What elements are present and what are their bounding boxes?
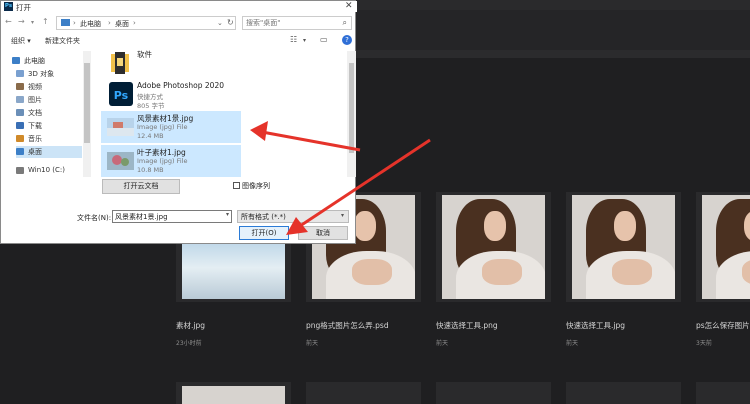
file-list: 软件 Ps Adobe Photoshop 2020 快捷方式 805 字节 风… [91,50,347,177]
folder-icon [61,19,70,26]
filename-label: 文件名(N): [77,214,112,222]
forward-arrow-icon[interactable]: → [18,17,25,26]
file-list-scrollbar[interactable] [347,51,356,177]
chevron-down-icon[interactable]: ▾ [226,211,229,218]
chevron-down-icon[interactable]: ▾ [303,37,306,44]
checkbox-icon[interactable] [233,182,240,189]
drive-icon [16,167,24,174]
file-thumbnail [442,195,545,299]
open-cloud-documents-button[interactable]: 打开云文档 [102,179,180,194]
file-name: Adobe Photoshop 2020 [137,81,224,90]
recent-file-card[interactable] [306,382,421,404]
picture-icon [16,96,24,103]
music-icon [16,135,24,142]
file-size: 10.8 MB [137,166,164,174]
file-title[interactable]: ps怎么保存图片 [696,320,750,331]
search-input[interactable] [246,18,326,28]
dialog-title: 打开 [16,3,31,12]
refresh-icon[interactable]: ↻ [227,18,234,27]
chevron-down-icon: ▾ [340,212,344,219]
chevron-down-icon[interactable]: ⌄ [217,19,223,27]
file-thumbnail [702,195,750,299]
file-title[interactable]: png格式图片怎么弄.psd [306,320,389,331]
video-icon [16,83,24,90]
address-row: ← → ▾ ↑ › 此电脑 › 桌面 › ⌄ ↻ ⌕ [1,13,357,31]
download-icon [16,122,24,129]
file-title[interactable]: 快速选择工具.jpg [566,320,625,331]
list-item[interactable]: 叶子素材1.jpg Image (jpg) File 10.8 MB [101,145,241,177]
new-folder-button[interactable]: 新建文件夹 [45,36,80,46]
address-bar[interactable]: › 此电脑 › 桌面 › ⌄ ↻ [56,16,236,30]
nav-item-3d-objects[interactable]: 3D 对象 [16,68,82,80]
chevron-right-icon: › [73,19,76,27]
nav-item-this-pc[interactable]: 此电脑 [12,55,78,67]
breadcrumb-this-pc[interactable]: 此电脑 [80,19,101,29]
file-thumbnail [572,195,675,299]
file-time: 前天 [436,340,449,347]
file-size: 805 字节 [137,102,165,110]
file-time: 前天 [566,340,579,347]
preview-pane-icon[interactable]: ▭ [320,35,328,44]
file-time: 3天前 [696,340,712,347]
recent-file-card[interactable] [696,382,750,404]
recent-file-card[interactable] [436,192,551,302]
recent-file-card[interactable] [696,192,750,302]
open-file-dialog: Ps 打开 ✕ ← → ▾ ↑ › 此电脑 › 桌面 › ⌄ ↻ ⌕ 组织 ▾ … [0,0,357,244]
file-title[interactable]: 素材.jpg [176,320,205,331]
photoshop-app-icon: Ps [105,82,135,108]
file-type: Image (jpg) File [137,123,188,131]
nav-item-pictures[interactable]: 图片 [16,94,82,106]
recent-file-card[interactable] [566,382,681,404]
help-icon[interactable]: ? [342,35,352,45]
organize-menu[interactable]: 组织 ▾ [11,36,31,46]
dialog-title-bar[interactable]: Ps 打开 ✕ [1,1,357,12]
view-options-icon[interactable]: ☷ [290,35,297,44]
image-thumbnail-icon [105,114,135,140]
nav-scrollbar[interactable] [83,51,91,177]
cube-icon [16,70,24,77]
up-arrow-icon[interactable]: ↑ [42,17,49,26]
filename-input[interactable]: 风景素材1景.jpg [112,210,232,223]
app-section-strip [350,50,750,58]
folder-icon [105,50,135,76]
computer-icon [12,57,20,64]
recent-file-card[interactable] [566,192,681,302]
file-size: 12.4 MB [137,132,164,140]
cancel-button[interactable]: 取消 [298,226,348,240]
chevron-right-icon: › [108,19,111,27]
photoshop-icon: Ps [4,2,13,11]
search-box[interactable]: ⌕ [242,16,352,30]
chevron-right-icon: › [133,19,136,27]
svg-text:Ps: Ps [114,89,129,102]
open-button[interactable]: 打开(O) [239,226,289,240]
search-icon: ⌕ [342,18,347,27]
file-type-select[interactable]: 所有格式 (*.*) ▾ [237,210,349,223]
breadcrumb-desktop[interactable]: 桌面 [115,19,129,29]
back-arrow-icon[interactable]: ← [5,17,12,26]
nav-item-documents[interactable]: 文档 [16,107,82,119]
nav-item-downloads[interactable]: 下载 [16,120,82,132]
navigation-pane: 此电脑 3D 对象 视频 图片 文档 下载 音乐 桌面 Win10 (C:) [1,51,83,177]
list-item[interactable]: 软件 [101,47,241,79]
list-item[interactable]: Ps Adobe Photoshop 2020 快捷方式 805 字节 [101,79,241,111]
close-icon[interactable]: ✕ [345,1,353,11]
file-time: 23小时前 [176,340,202,347]
desktop-icon [16,148,24,155]
document-icon [16,109,24,116]
nav-item-drive-c[interactable]: Win10 (C:) [16,165,82,177]
recent-file-card[interactable] [176,382,291,404]
recent-file-card[interactable] [436,382,551,404]
nav-item-music[interactable]: 音乐 [16,133,82,145]
nav-item-videos[interactable]: 视频 [16,81,82,93]
image-sequence-checkbox[interactable]: 图像序列 [233,181,270,191]
list-item[interactable]: 风景素材1景.jpg Image (jpg) File 12.4 MB [101,111,241,143]
image-thumbnail-icon [105,148,135,174]
file-name: 软件 [137,50,152,59]
recent-locations-icon[interactable]: ▾ [31,19,34,26]
file-title[interactable]: 快速选择工具.png [436,320,498,331]
file-time: 前天 [306,340,319,347]
nav-item-desktop[interactable]: 桌面 [16,146,82,158]
file-type: Image (jpg) File [137,157,188,165]
